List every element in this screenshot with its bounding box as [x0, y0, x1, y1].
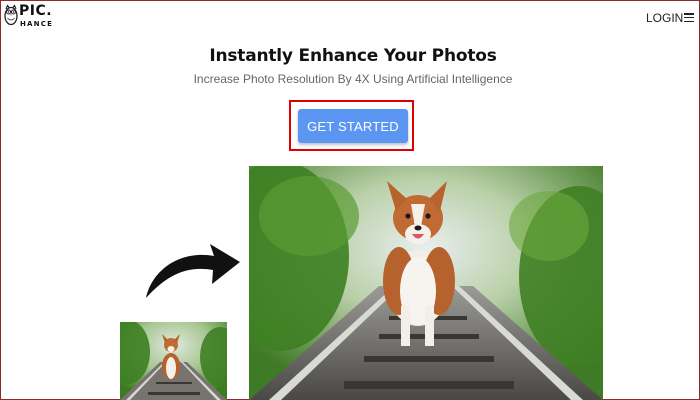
menu-bar [684, 16, 694, 19]
logo-text: PIC. [19, 3, 53, 19]
login-link[interactable]: LOGIN [646, 11, 683, 25]
corgi-on-railway-original-image [120, 322, 227, 400]
corgi-on-railway-enhanced-image [249, 166, 603, 400]
original-photo [120, 322, 227, 400]
owl-icon [4, 4, 18, 26]
enhanced-photo [249, 166, 603, 400]
menu-bar [684, 13, 694, 15]
curved-arrow-icon [146, 244, 240, 298]
get-started-button[interactable]: GET STARTED [298, 109, 408, 143]
logo-subtext: HANCE [20, 20, 54, 28]
logo[interactable]: PIC. HANCE [4, 3, 64, 32]
menu-bar [684, 20, 694, 23]
page-title: Instantly Enhance Your Photos [209, 46, 497, 66]
hamburger-menu-icon[interactable] [684, 13, 694, 23]
page-subtitle: Increase Photo Resolution By 4X Using Ar… [193, 72, 513, 86]
